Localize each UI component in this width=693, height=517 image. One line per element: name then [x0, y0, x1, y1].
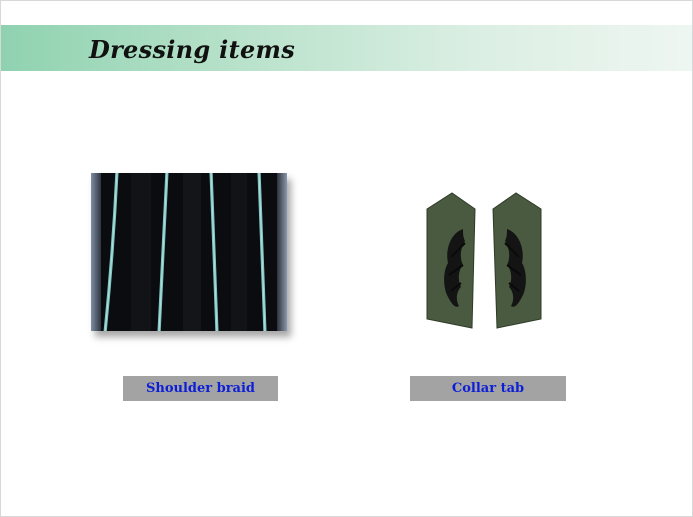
slide-title: Dressing items	[89, 35, 296, 64]
collar-tab-left	[426, 192, 476, 329]
caption-collar-tab: Collar tab	[410, 376, 566, 401]
caption-shoulder-braid: Shoulder braid	[123, 376, 278, 401]
slide: Dressing items Shoulder braid Collar tab	[0, 0, 693, 517]
collar-tab-right	[492, 192, 542, 329]
shoulder-braid-image	[91, 173, 287, 331]
collar-tab-image	[426, 192, 542, 329]
